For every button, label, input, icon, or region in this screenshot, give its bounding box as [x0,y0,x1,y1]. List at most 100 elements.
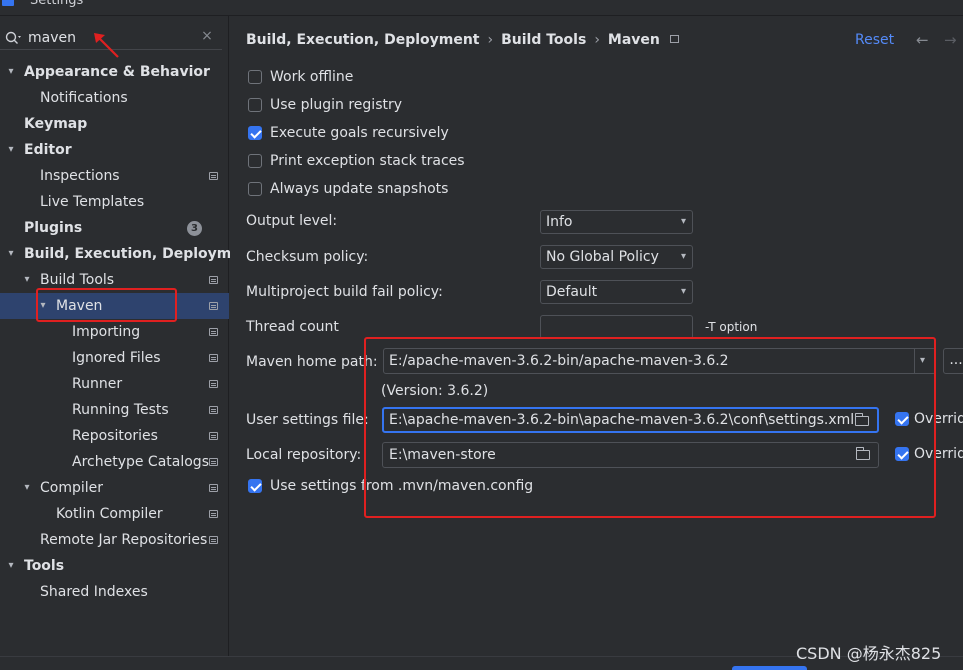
sidebar-item[interactable]: Runner [0,371,229,397]
sidebar-item-label: Compiler [40,480,104,496]
settings-sidebar: × ▾ Appearance & Behavior Notifications Key… [0,16,258,670]
sidebar-item[interactable]: Running Tests [0,397,229,423]
count-badge: 3 [187,221,202,236]
thread-count-hint: -T option [705,320,758,334]
sidebar-item[interactable]: ▾ Editor [0,137,229,163]
checkbox[interactable] [248,182,262,196]
checkbox[interactable] [248,70,262,84]
sidebar-item[interactable]: Ignored Files [0,345,229,371]
maven-home-label: Maven home path: [246,354,378,370]
title-bar: Settings [0,0,963,16]
select-value: Info [546,214,573,230]
browse-button[interactable]: ... [943,348,963,374]
sidebar-item[interactable]: Archetype Catalogs [0,449,229,475]
checkbox-checked[interactable] [248,126,262,140]
checkbox[interactable] [248,98,262,112]
user-settings-label: User settings file: [246,412,369,428]
sidebar-item[interactable]: Inspections [0,163,229,189]
sidebar-item[interactable]: Importing [0,319,229,345]
sidebar-item[interactable]: Notifications [0,85,229,111]
chevron-down-icon[interactable]: ▾ [4,59,18,85]
thread-count-input[interactable] [540,315,693,339]
chevron-down-icon: ▾ [680,216,686,227]
option-label: Use plugin registry [270,97,403,113]
sidebar-item-label: Appearance & Behavior [24,64,210,80]
breadcrumb: Build, Execution, Deployment › Build Tools… [246,30,679,50]
sidebar-item-label: Archetype Catalogs [72,454,209,470]
option-label: Execute goals recursively [270,125,449,141]
chevron-right-icon: › [594,32,600,48]
sidebar-item[interactable]: Keymap [0,111,229,137]
project-level-icon [209,432,218,440]
sidebar-item-label: Live Templates [40,194,145,210]
reset-link[interactable]: Reset [855,30,894,50]
sidebar-item[interactable]: Shared Indexes [0,579,229,605]
fail-policy-select[interactable]: Default ▾ [540,280,693,304]
sidebar-item-label: Build, Execution, Deployment [24,246,258,262]
watermark: CSDN @杨永杰825 [796,644,942,663]
arrow-left-icon[interactable]: ← [916,30,929,50]
output-level-label: Output level: [246,213,338,229]
annotation-arrow [94,33,119,58]
project-level-icon [209,406,218,414]
search-icon [4,29,24,47]
sidebar-item-label: Editor [24,142,72,158]
project-level-icon [209,484,218,492]
sidebar-item[interactable]: Repositories [0,423,229,449]
select-value: No Global Policy [546,249,659,265]
breadcrumb-item[interactable]: Build, Execution, Deployment [246,32,480,48]
chevron-down-icon: ▾ [680,251,686,262]
sidebar-item-label: Keymap [24,116,88,132]
sidebar-item[interactable]: Live Templates [0,189,229,215]
arrow-right-icon[interactable]: → [944,30,957,50]
checkbox-checked[interactable] [248,479,262,493]
chevron-down-icon[interactable]: ▾ [20,267,34,293]
thread-count-label: Thread count [246,319,339,335]
chevron-down-icon[interactable]: ▾ [4,241,18,267]
project-level-icon [209,172,218,180]
breadcrumb-item[interactable]: Build Tools [501,32,586,48]
sidebar-item[interactable]: ▾ Appearance & Behavior [0,59,229,85]
chevron-down-icon[interactable]: ▾ [4,553,18,579]
checksum-policy-select[interactable]: No Global Policy ▾ [540,245,693,269]
settings-main: Build, Execution, Deployment › Build Tools… [230,16,963,656]
fail-policy-label: Multiproject build fail policy: [246,284,443,300]
checkbox[interactable] [248,154,262,168]
sidebar-item[interactable]: ▾ Tools [0,553,229,579]
chevron-down-icon[interactable]: ▾ [20,475,34,501]
chevron-down-icon: ▾ [680,286,686,297]
sidebar-item[interactable]: Plugins 3 [0,215,229,241]
project-level-icon [669,35,679,43]
select-value: Default [546,284,598,300]
output-level-select[interactable]: Info ▾ [540,210,693,234]
sidebar-item-label: Inspections [40,168,120,184]
sidebar-item[interactable]: Remote Jar Repositories [0,527,229,553]
sidebar-item[interactable]: Kotlin Compiler [0,501,229,527]
sidebar-item-label: Ignored Files [72,350,161,366]
checksum-policy-label: Checksum policy: [246,249,369,265]
option-label: Work offline [270,69,354,85]
chevron-down-icon[interactable]: ▾ [4,137,18,163]
ok-button[interactable] [732,666,807,670]
sidebar-item-label: Plugins [24,220,83,236]
project-level-icon [209,328,218,336]
sidebar-item-label: Runner [72,376,123,392]
settings-tree: ▾ Appearance & Behavior Notifications Keyma… [0,59,258,605]
close-icon[interactable]: × [199,28,215,46]
sidebar-item-label: Remote Jar Repositories [40,532,208,548]
sidebar-item[interactable]: ▾ Compiler [0,475,229,501]
annotation-box [364,337,936,518]
sidebar-item-label: Shared Indexes [40,584,148,600]
sidebar-item-label: Tools [24,558,65,574]
window-title: Settings [30,0,84,8]
local-repository-label: Local repository: [246,447,362,463]
app-icon [2,0,14,6]
sidebar-item[interactable]: ▾ Build, Execution, Deployment [0,241,257,267]
chevron-right-icon: › [487,32,494,48]
sidebar-item-label: Repositories [72,428,158,444]
option-label: Always update snapshots [270,181,449,197]
sidebar-item-label: Notifications [40,90,128,106]
sidebar-item-label: Kotlin Compiler [56,506,163,522]
project-level-icon [209,302,218,310]
project-level-icon [209,458,218,466]
